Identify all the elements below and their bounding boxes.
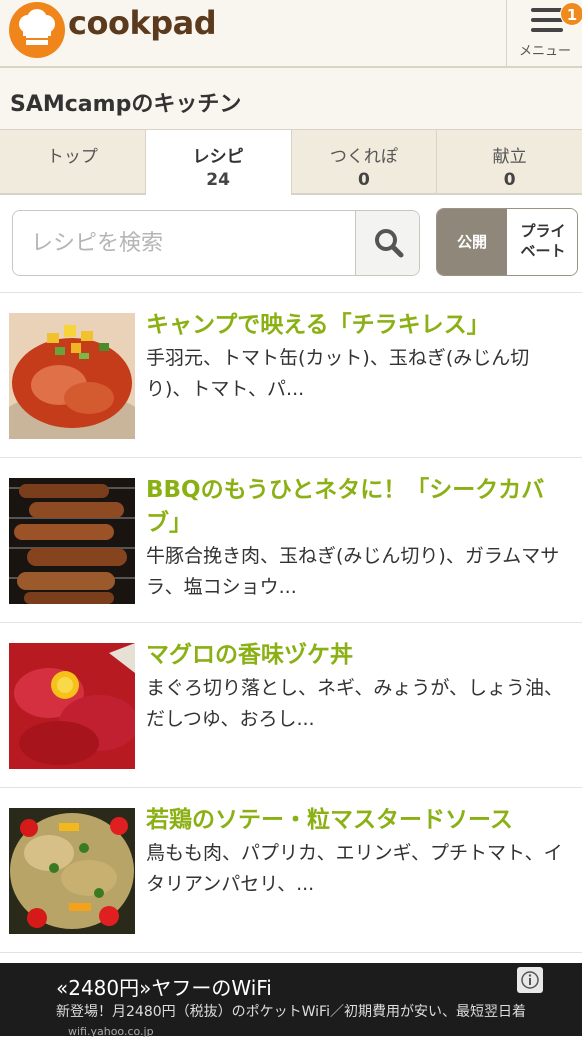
recipe-item[interactable]: マグロの香味ヅケ丼 まぐろ切り落とし、ネギ、みょうが、しょう油、だしつゆ、おろし… xyxy=(0,623,582,788)
ad-banner[interactable]: «2480円»ヤフーのWiFi 新登場！月2480円（税抜）のポケットWiFi／… xyxy=(0,963,582,1038)
public-toggle-button[interactable]: 公開 xyxy=(437,209,507,275)
recipe-title[interactable]: キャンプで映える「チラキレス」 xyxy=(146,309,566,342)
private-label-line1: プライ xyxy=(520,222,566,240)
recipe-item[interactable]: BBQのもうひとネタに！「シークカバブ」 牛豚合挽き肉、玉ねぎ(みじん切り)、ガ… xyxy=(0,458,582,623)
tab-count: 0 xyxy=(357,170,370,190)
tab-label: 献立 xyxy=(492,147,527,167)
recipe-title[interactable]: BBQのもうひとネタに！「シークカバブ」 xyxy=(146,474,566,540)
tab-count: 0 xyxy=(503,170,516,190)
hamburger-menu-icon xyxy=(531,8,563,38)
menu-label: メニュー xyxy=(518,44,571,59)
search-button[interactable] xyxy=(355,211,419,275)
recipe-ingredients: 牛豚合挽き肉、玉ねぎ(みじん切り)、ガラムマサラ、塩コショウ... xyxy=(146,545,560,598)
recipe-title[interactable]: 若鶏のソテー・粒マスタードソース xyxy=(146,804,566,837)
tab-top[interactable]: トップ xyxy=(0,130,146,193)
menu-button[interactable]: 1 メニュー xyxy=(506,0,582,66)
search-icon xyxy=(375,229,404,258)
kitchen-tabs: トップ レシピ 24 つくれぽ 0 献立 0 xyxy=(0,129,582,195)
tab-label: つくれぽ xyxy=(329,147,398,167)
cookpad-logo[interactable]: cookpad xyxy=(68,4,217,42)
private-toggle-button[interactable]: プライ ベート xyxy=(507,209,577,275)
tab-menu-plans[interactable]: 献立 0 xyxy=(437,130,582,193)
tab-count: 24 xyxy=(206,170,230,190)
recipe-thumbnail[interactable] xyxy=(9,808,135,934)
search-input[interactable] xyxy=(13,211,355,275)
recipe-ingredients: 手羽元、トマト缶(カット)、玉ねぎ(みじん切り)、トマト、パ... xyxy=(146,347,530,400)
ad-description: 新登場！月2480円（税抜）のポケットWiFi／初期費用が安い、最短翌日着 wif… xyxy=(56,1003,526,1041)
notification-badge: 1 xyxy=(560,2,582,26)
recipe-ingredients: まぐろ切り落とし、ネギ、みょうが、しょう油、だしつゆ、おろし... xyxy=(146,677,564,730)
recipe-title[interactable]: マグロの香味ヅケ丼 xyxy=(146,639,566,672)
recipe-item[interactable]: 若鶏のソテー・粒マスタードソース 鳥もも肉、パプリカ、エリンギ、プチトマト、イタ… xyxy=(0,788,582,953)
recipe-thumbnail[interactable] xyxy=(9,313,135,439)
ad-info-icon[interactable] xyxy=(517,967,543,993)
chef-hat-icon[interactable] xyxy=(9,2,65,58)
ad-url[interactable]: wifi.yahoo.co.jp xyxy=(68,1025,154,1038)
private-label-line2: ベート xyxy=(520,242,566,260)
recipe-item[interactable]: キャンプで映える「チラキレス」 手羽元、トマト缶(カット)、玉ねぎ(みじん切り)… xyxy=(0,293,582,458)
visibility-toggle: 公開 プライ ベート xyxy=(436,208,578,276)
tab-label: レシピ xyxy=(192,147,244,167)
tab-label: トップ xyxy=(46,147,98,167)
tab-recipes[interactable]: レシピ 24 xyxy=(145,130,292,195)
recipe-thumbnail[interactable] xyxy=(9,643,135,769)
recipe-thumbnail[interactable] xyxy=(9,478,135,604)
ad-desc-text: 新登場！月2480円（税抜）のポケットWiFi／初期費用が安い、最短翌日着 xyxy=(56,1004,526,1020)
recipe-ingredients: 鳥もも肉、パプリカ、エリンギ、プチトマト、イタリアンパセリ、... xyxy=(146,842,563,895)
kitchen-title: SAMcampのキッチン xyxy=(10,92,242,117)
ad-title[interactable]: «2480円»ヤフーのWiFi xyxy=(56,972,272,1001)
app-header: cookpad 1 メニュー xyxy=(0,0,582,68)
tab-tsukurepo[interactable]: つくれぽ 0 xyxy=(292,130,438,193)
kitchen-header: SAMcampのキッチン xyxy=(0,68,582,130)
recipe-search xyxy=(12,210,420,276)
